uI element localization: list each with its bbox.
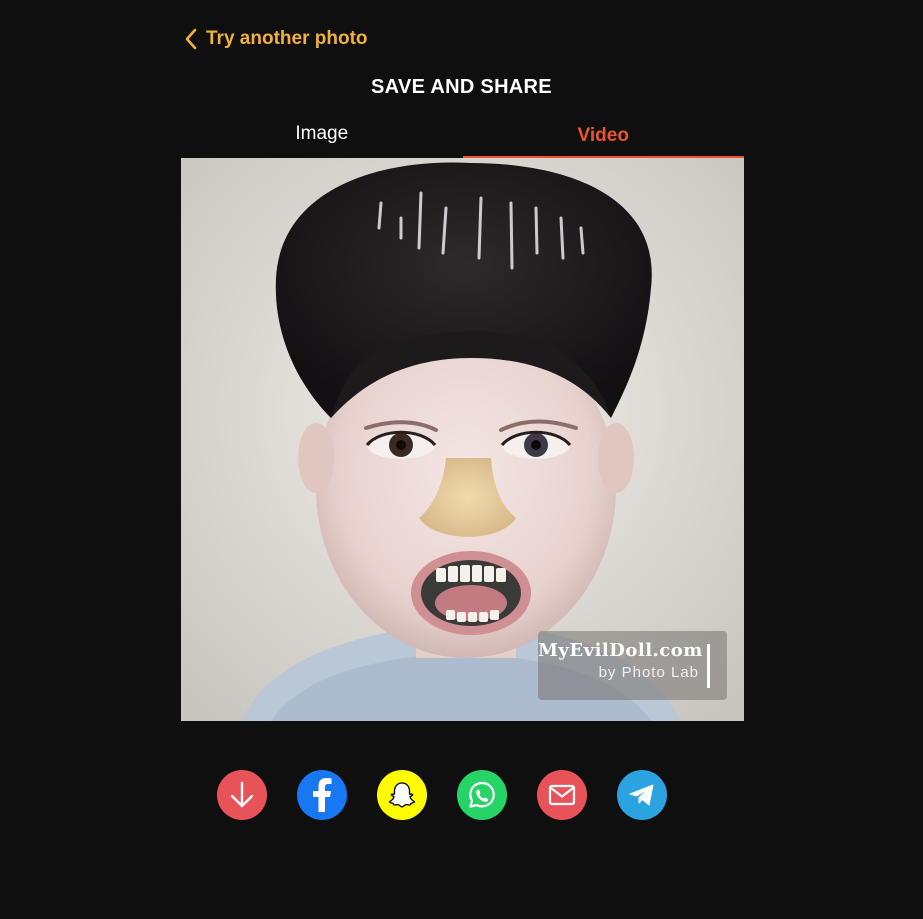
snapchat-share-button[interactable] xyxy=(377,770,427,820)
watermark-divider xyxy=(707,644,710,688)
tab-image[interactable]: Image xyxy=(181,116,463,158)
telegram-icon xyxy=(628,782,656,808)
watermark-brand: MyEvilDoll.com xyxy=(538,640,703,661)
download-button[interactable] xyxy=(217,770,267,820)
back-link-label: Try another photo xyxy=(206,28,368,49)
facebook-icon xyxy=(312,778,332,812)
email-share-button[interactable] xyxy=(537,770,587,820)
snapchat-ghost-icon xyxy=(388,781,416,809)
chevron-left-icon xyxy=(184,27,198,51)
try-another-photo-link[interactable]: Try another photo xyxy=(184,24,368,54)
download-arrow-icon xyxy=(229,780,255,810)
facebook-share-button[interactable] xyxy=(297,770,347,820)
whatsapp-share-button[interactable] xyxy=(457,770,507,820)
share-buttons xyxy=(217,770,667,820)
mail-icon xyxy=(548,784,576,806)
result-preview-image: MyEvilDoll.com by Photo Lab xyxy=(181,158,744,721)
tab-video[interactable]: Video xyxy=(462,116,744,158)
page-title: SAVE AND SHARE xyxy=(371,76,552,98)
save-and-share-page: Try another photo SAVE AND SHARE Image V… xyxy=(0,0,923,919)
media-tabs: Image Video xyxy=(181,116,744,158)
whatsapp-icon xyxy=(467,780,497,810)
watermark-subtitle: by Photo Lab xyxy=(598,664,699,681)
watermark: MyEvilDoll.com by Photo Lab xyxy=(538,631,727,700)
telegram-share-button[interactable] xyxy=(617,770,667,820)
